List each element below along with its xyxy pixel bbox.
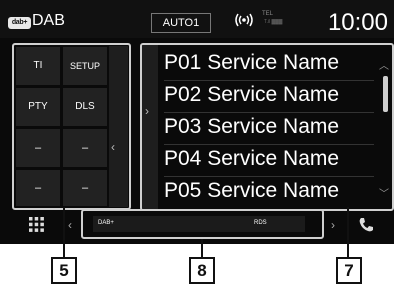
blank-button[interactable]: –: [16, 170, 60, 206]
dls-button[interactable]: DLS: [63, 88, 107, 126]
info-display: [93, 216, 305, 232]
clock: 10:00: [327, 9, 388, 36]
panel-expand-handle[interactable]: [142, 45, 158, 209]
seek-mode-button[interactable]: AUTO1: [151, 13, 211, 33]
chevron-up-icon[interactable]: ︿: [379, 57, 389, 72]
menu-grid-icon[interactable]: [29, 217, 44, 232]
blank-button[interactable]: –: [63, 170, 107, 206]
preset-item[interactable]: P01 Service Name: [164, 50, 339, 75]
setup-button[interactable]: SETUP: [63, 47, 107, 85]
dab-plus-indicator: DAB+: [98, 220, 114, 226]
divider: [164, 80, 374, 81]
chevron-right-icon[interactable]: ›: [331, 218, 335, 232]
divider: [164, 144, 374, 145]
phone-icon[interactable]: [357, 216, 375, 234]
chevron-right-icon: ›: [145, 104, 149, 118]
function-panel: TI SETUP PTY DLS – – – – ‹: [12, 43, 131, 210]
callout-5: 5: [51, 257, 77, 284]
pty-button[interactable]: PTY: [16, 88, 60, 126]
callout-8: 8: [189, 257, 215, 284]
callout-leader-line: [347, 207, 349, 258]
blank-button[interactable]: –: [16, 129, 60, 167]
rds-indicator: RDS: [254, 220, 267, 226]
status-bar: dab+ DAB AUTO1 TEL T.il ▓▓▓ 10:00: [0, 0, 394, 38]
chevron-left-icon[interactable]: ‹: [68, 218, 72, 232]
divider: [164, 176, 374, 177]
callout-7: 7: [336, 257, 362, 284]
blank-button[interactable]: –: [63, 129, 107, 167]
chevron-left-icon: ‹: [111, 140, 115, 154]
signal-strength-icon: T.il ▓▓▓: [264, 19, 283, 25]
panel-collapse-handle[interactable]: [109, 46, 128, 207]
head-unit-screen: dab+ DAB AUTO1 TEL T.il ▓▓▓ 10:00 TI SET…: [0, 0, 394, 244]
divider: [164, 112, 374, 113]
callout-leader-line: [63, 207, 65, 258]
scrollbar-thumb[interactable]: [383, 76, 388, 112]
ti-button[interactable]: TI: [16, 47, 60, 85]
dab-source-logo-icon[interactable]: dab+: [8, 17, 31, 29]
source-label[interactable]: DAB: [32, 12, 65, 30]
preset-item[interactable]: P04 Service Name: [164, 146, 339, 171]
preset-item[interactable]: P03 Service Name: [164, 114, 339, 139]
preset-item[interactable]: P05 Service Name: [164, 178, 339, 203]
info-panel: DAB+ RDS: [81, 209, 324, 239]
callout-leader-line: [201, 239, 203, 258]
broadcast-signal-icon: [235, 13, 253, 27]
tel-label: TEL: [262, 11, 274, 17]
preset-list: › P01 Service Name P02 Service Name P03 …: [140, 43, 394, 211]
chevron-down-icon[interactable]: ﹀: [379, 185, 389, 200]
preset-item[interactable]: P02 Service Name: [164, 82, 339, 107]
